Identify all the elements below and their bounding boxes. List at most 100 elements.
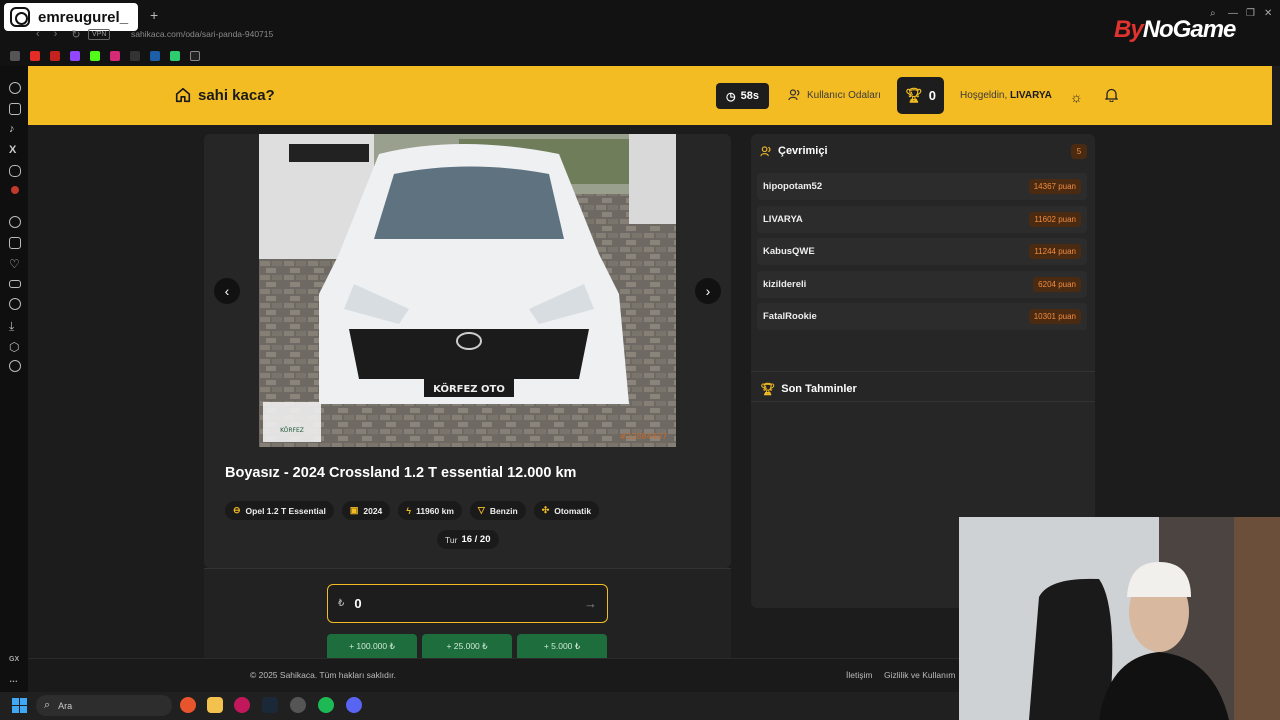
add-5000-button[interactable]: + 5.000 ₺ <box>517 634 607 658</box>
users-icon <box>760 145 771 156</box>
lira-icon: ₺ <box>338 598 345 609</box>
new-tab-button[interactable]: + <box>150 7 158 23</box>
online-user-row[interactable]: kizildereli 6204 puan <box>757 271 1087 298</box>
submit-arrow-icon[interactable]: → <box>584 596 597 611</box>
trophy-icon: 🏆︎ <box>760 382 776 396</box>
instagram-handle: emreugurel_ <box>38 8 129 26</box>
fuel-icon: ▽ <box>477 505 485 515</box>
opera-gx-icon[interactable] <box>234 697 250 713</box>
streamer-webcam <box>959 517 1280 720</box>
add-25000-button[interactable]: + 25.000 ₺ <box>422 634 512 658</box>
reload-icon[interactable]: ↻ <box>71 28 80 41</box>
spotify-icon[interactable] <box>318 697 334 713</box>
next-photo-button[interactable]: › <box>695 278 721 304</box>
price-guess-input[interactable]: ₺ 0 → <box>327 584 608 623</box>
user-name: hipopotam52 <box>763 181 823 192</box>
back-icon[interactable]: ‹ <box>36 28 40 41</box>
extensions-icon[interactable] <box>10 51 20 61</box>
site-logo[interactable]: sahi kaca? <box>174 86 275 104</box>
forward-icon[interactable]: › <box>54 28 58 41</box>
steam-icon[interactable] <box>262 697 278 713</box>
spotify-icon[interactable] <box>9 216 21 228</box>
tiktok-icon[interactable] <box>190 51 200 61</box>
photo-code: #22884407 <box>620 432 667 441</box>
online-user-row[interactable]: LIVARYA 11602 puan <box>757 206 1087 233</box>
gear-shift-icon: ✣ <box>541 505 550 515</box>
wallet-icon[interactable] <box>9 280 21 288</box>
bell-icon[interactable] <box>1104 88 1119 105</box>
browser-titlebar <box>0 0 1280 46</box>
tag-transmission: ✣ Otomatik <box>533 501 600 520</box>
address-bar[interactable]: sahikaca.com/oda/sari-panda-940715 <box>131 29 273 39</box>
theme-toggle-sun-icon[interactable]: ☼ <box>1070 89 1083 105</box>
user-points: 11602 puan <box>1029 212 1081 227</box>
online-count-badge: 5 <box>1071 144 1087 159</box>
gx-icon[interactable]: GX <box>9 656 19 663</box>
app-icon[interactable] <box>180 697 196 713</box>
discord-icon[interactable] <box>9 165 21 177</box>
welcome-prefix: Hoşgeldin, <box>960 90 1008 101</box>
chevron-right-icon: › <box>705 283 711 299</box>
round-value: 16 / 20 <box>461 534 491 545</box>
box-icon[interactable]: ⬡ <box>9 340 21 354</box>
notification-icon[interactable] <box>11 186 19 194</box>
bynogame-watermark: ByNoGame <box>1114 16 1236 43</box>
close-icon[interactable]: ✕ <box>1264 8 1272 19</box>
prev-photo-button[interactable]: ‹ <box>214 278 240 304</box>
home-icon <box>175 87 191 103</box>
calendar-icon: ▣ <box>349 505 359 515</box>
online-user-row[interactable]: FatalRookie 10301 puan <box>757 303 1087 330</box>
instagram-rail-icon[interactable] <box>9 103 21 115</box>
copyright: © 2025 Sahikaca. Tüm hakları saklıdır. <box>250 670 396 680</box>
online-title: Çevrimiçi <box>778 145 828 157</box>
x-icon[interactable]: X <box>9 144 21 156</box>
youtube-icon[interactable] <box>30 51 40 61</box>
vpn-badge[interactable]: VPN <box>88 29 111 40</box>
user-points: 6204 puan <box>1033 277 1081 292</box>
user-name: KabusQWE <box>763 246 815 257</box>
contact-link[interactable]: İletişim <box>846 670 872 680</box>
gmail-icon[interactable] <box>50 51 60 61</box>
current-username: LIVARYA <box>1010 90 1052 101</box>
car-photo: KÖRFEZ OTO KÖRFEZ #22884407 <box>259 134 676 447</box>
score-badge[interactable]: 🏆︎ 0 <box>897 77 944 114</box>
tag-mileage: ϟ 11960 km <box>398 501 462 520</box>
twitch-icon[interactable] <box>70 51 80 61</box>
grid-icon[interactable] <box>9 237 21 249</box>
history-icon[interactable] <box>9 298 21 310</box>
windows-start-icon[interactable] <box>12 698 27 713</box>
car-icon: ⊖ <box>233 505 241 515</box>
users-icon <box>788 89 800 101</box>
heart-icon[interactable]: ♡ <box>9 257 21 271</box>
tiktok-rail-icon[interactable]: ♪ <box>9 123 21 135</box>
instagram-icon <box>10 7 30 27</box>
stopwatch-icon: ◷ <box>726 90 736 103</box>
bookmark-icon[interactable] <box>150 51 160 61</box>
user-points: 11244 puan <box>1029 244 1081 259</box>
user-rooms-link[interactable]: Kullanıcı Odaları <box>788 89 881 101</box>
bookmark-icon[interactable] <box>170 51 180 61</box>
chatgpt-icon[interactable] <box>9 82 21 94</box>
welcome-text: Hoşgeldin, LIVARYA <box>960 90 1052 101</box>
kick-icon[interactable] <box>90 51 100 61</box>
photo-logo-text: KÖRFEZ <box>280 427 304 434</box>
download-icon[interactable]: ⤓ <box>9 319 21 333</box>
discord-icon[interactable] <box>346 697 362 713</box>
round-indicator: Tur 16 / 20 <box>437 530 499 549</box>
online-user-row[interactable]: KabusQWE 11244 puan <box>757 238 1087 265</box>
instagram-bookmark-icon[interactable] <box>110 51 120 61</box>
more-icon[interactable]: … <box>9 674 18 684</box>
guess-value[interactable]: 0 <box>354 596 584 611</box>
file-explorer-icon[interactable] <box>207 697 223 713</box>
chevron-left-icon: ‹ <box>224 283 230 299</box>
app-icon[interactable] <box>290 697 306 713</box>
taskbar-search[interactable]: ⌕ Ara <box>36 695 172 716</box>
add-100000-button[interactable]: + 100.000 ₺ <box>327 634 417 658</box>
user-points: 14367 puan <box>1028 179 1081 194</box>
settings-icon[interactable] <box>9 360 21 372</box>
maximize-icon[interactable]: ❐ <box>1246 8 1255 19</box>
online-user-row[interactable]: hipopotam52 14367 puan <box>757 173 1087 200</box>
privacy-link[interactable]: Gizlilik ve Kullanım <box>884 670 955 680</box>
score-value: 0 <box>928 88 936 103</box>
bookmark-icon[interactable] <box>130 51 140 61</box>
